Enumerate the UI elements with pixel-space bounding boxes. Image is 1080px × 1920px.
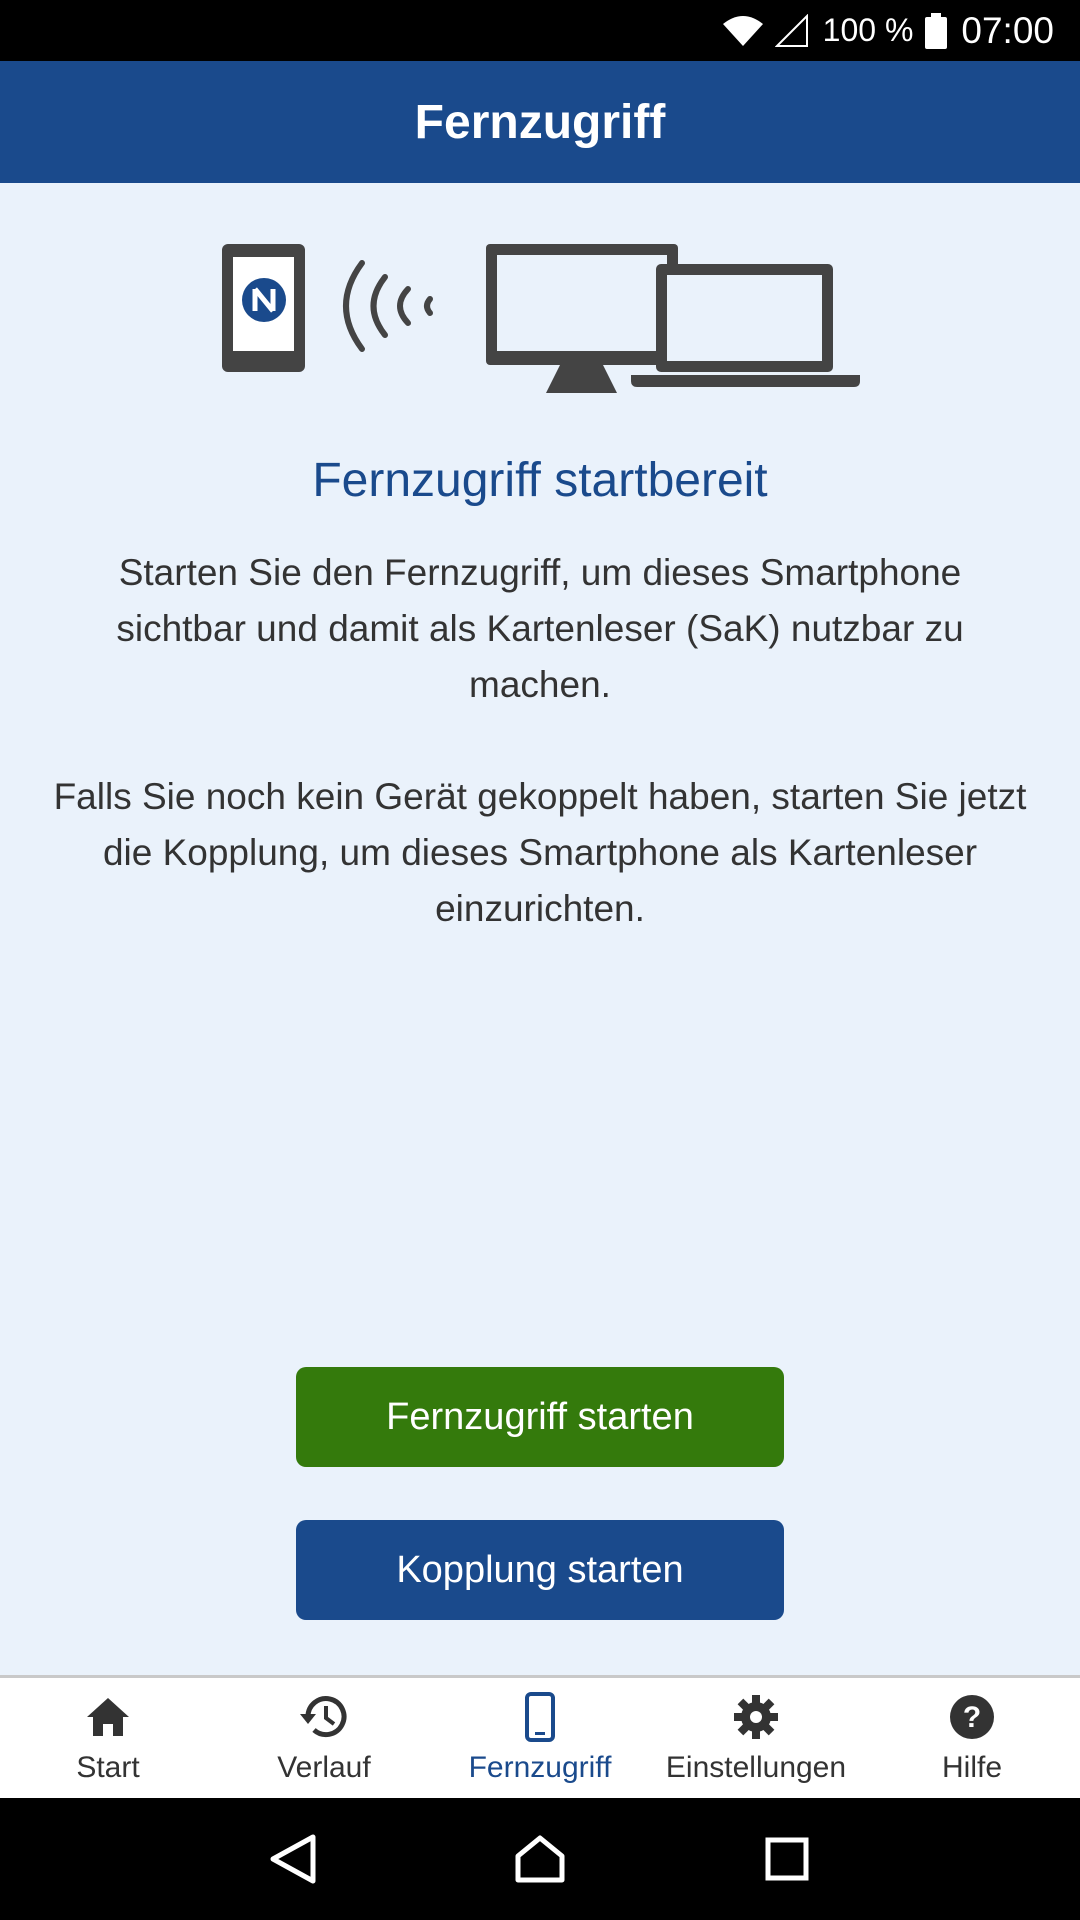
status-bar: 100 % 07:00 [0, 0, 1080, 61]
start-pairing-button[interactable]: Kopplung starten [296, 1520, 784, 1620]
svg-text:?: ? [963, 1701, 981, 1734]
nav-item-verlauf[interactable]: Verlauf [216, 1678, 432, 1798]
back-icon[interactable] [253, 1819, 333, 1899]
system-navigation-bar [0, 1798, 1080, 1920]
battery-percent: 100 % [822, 12, 914, 48]
help-icon: ? [949, 1691, 995, 1743]
history-icon [300, 1691, 348, 1743]
status-heading: Fernzugriff startbereit [312, 454, 768, 507]
bottom-navigation: Start Verlauf Fernzugriff Einstellungen … [0, 1675, 1080, 1798]
nav-label-fernzugriff: Fernzugriff [468, 1751, 612, 1784]
laptop-icon [631, 264, 860, 387]
main-content: Fernzugriff startbereit Starten Sie den … [0, 183, 1080, 1675]
nav-label-einstellungen: Einstellungen [665, 1751, 847, 1784]
nav-item-hilfe[interactable]: ? Hilfe [864, 1678, 1080, 1798]
battery-icon [925, 12, 948, 49]
description-paragraph-2: Falls Sie noch kein Gerät gekoppelt habe… [53, 776, 1027, 929]
nav-label-verlauf: Verlauf [277, 1751, 371, 1784]
home-icon [85, 1691, 131, 1743]
gear-icon [733, 1691, 779, 1743]
home-icon[interactable] [500, 1819, 580, 1899]
desktop-monitor-icon [486, 244, 678, 393]
nav-label-hilfe: Hilfe [941, 1751, 1002, 1784]
wifi-icon [721, 14, 765, 48]
description-paragraph-1: Starten Sie den Fernzugriff, um dieses S… [116, 552, 964, 705]
remote-access-illustration [0, 233, 1080, 403]
nav-item-fernzugriff[interactable]: Fernzugriff [432, 1678, 648, 1798]
nav-item-einstellungen[interactable]: Einstellungen [648, 1678, 864, 1798]
cellular-signal-icon [774, 13, 809, 48]
nav-item-start[interactable]: Start [0, 1678, 216, 1798]
page-title: Fernzugriff [414, 95, 666, 149]
smartphone-icon [525, 1691, 555, 1743]
nav-label-start: Start [76, 1751, 140, 1784]
start-remote-access-button[interactable]: Fernzugriff starten [296, 1367, 784, 1467]
smartphone-nfc-icon [222, 244, 305, 372]
recents-icon[interactable] [747, 1819, 827, 1899]
nfc-waves-icon [343, 260, 433, 352]
app-bar: Fernzugriff [0, 61, 1080, 183]
clock: 07:00 [961, 9, 1054, 51]
